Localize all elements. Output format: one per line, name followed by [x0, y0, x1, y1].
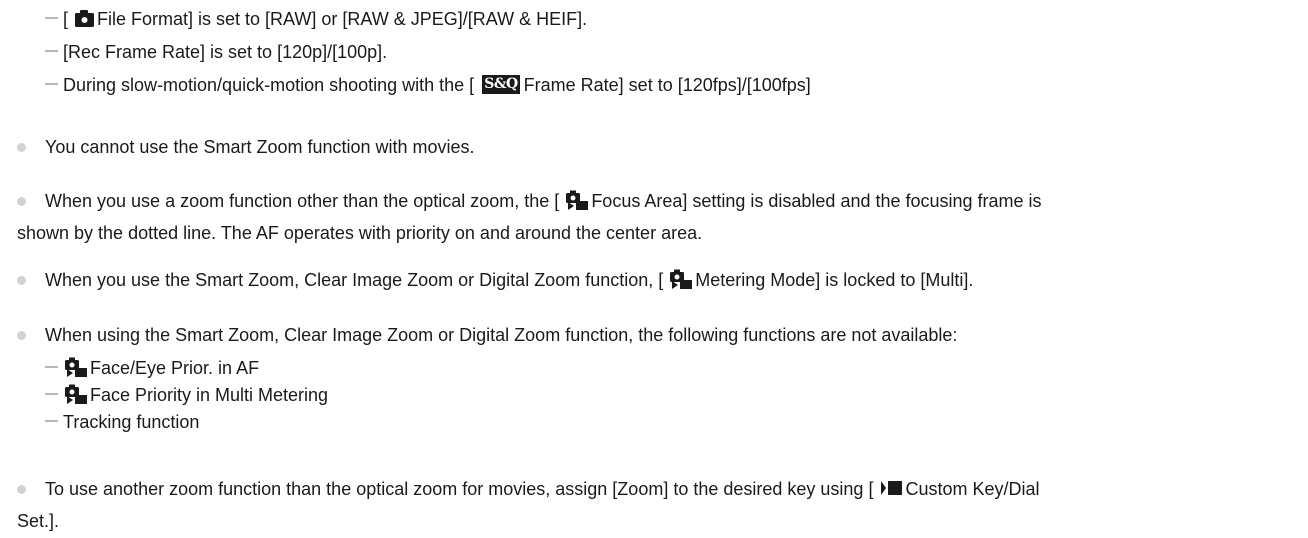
photo-movie-icon — [65, 357, 87, 378]
paragraph-smart-zoom: You cannot use the Smart Zoom function w… — [45, 137, 475, 157]
list-item: Face Priority in Multi Metering — [45, 384, 328, 406]
list-item: During slow-motion/quick-motion shooting… — [45, 74, 811, 96]
dash-marker — [45, 366, 58, 369]
movie-icon — [881, 481, 903, 496]
paragraph-focus-area: When you use a zoom function other than … — [45, 190, 1042, 211]
list-item: [ File Format] is set to [RAW] or [RAW &… — [45, 8, 587, 30]
paragraph-custom-key-line2: Set.]. — [17, 511, 60, 531]
paragraph-metering: When you use the Smart Zoom, Clear Image… — [45, 269, 974, 290]
dash-marker — [45, 50, 58, 53]
list-item: Face/Eye Prior. in AF — [45, 357, 259, 379]
dash-marker — [45, 83, 58, 86]
list-item: Tracking function — [45, 411, 199, 433]
dash-marker — [45, 17, 58, 20]
bullet-marker — [17, 331, 26, 340]
dash-marker — [45, 393, 58, 396]
camera-icon — [75, 10, 95, 28]
photo-movie-icon — [566, 190, 589, 211]
list-item: [Rec Frame Rate] is set to [120p]/[100p]… — [45, 41, 387, 63]
photo-movie-icon — [670, 269, 693, 290]
bullet-marker — [17, 485, 26, 494]
paragraph-unavailable: When using the Smart Zoom, Clear Image Z… — [45, 325, 958, 345]
paragraph-focus-area-line2: shown by the dotted line. The AF operate… — [17, 223, 703, 243]
bullet-marker — [17, 197, 26, 206]
photo-movie-icon — [65, 384, 87, 405]
bullet-marker — [17, 276, 26, 285]
paragraph-custom-key: To use another zoom function than the op… — [45, 479, 1040, 499]
sq-icon: S&Q — [482, 74, 520, 94]
dash-marker — [45, 420, 58, 423]
bullet-marker — [17, 143, 26, 152]
manual-page: [ File Format] is set to [RAW] or [RAW &… — [0, 0, 1308, 538]
